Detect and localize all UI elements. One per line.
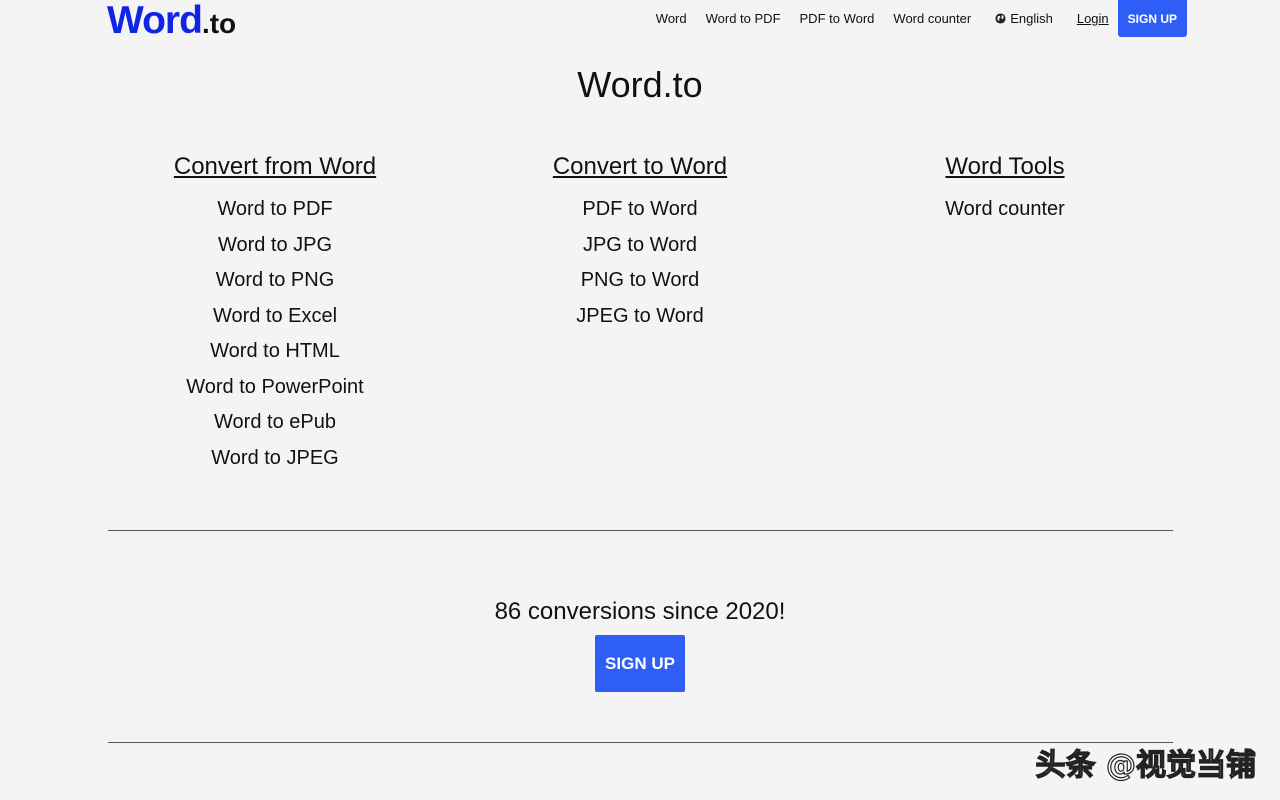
link-jpeg-to-word[interactable]: JPEG to Word xyxy=(576,305,703,327)
language-selector[interactable]: English xyxy=(995,11,1053,26)
main-signup-button[interactable]: SIGN UP xyxy=(595,635,685,692)
top-nav: Word Word to PDF PDF to Word Word counte… xyxy=(637,0,1187,37)
word-tools-list: Word counter xyxy=(855,192,1155,228)
link-word-counter[interactable]: Word counter xyxy=(945,198,1065,220)
link-word-to-epub[interactable]: Word to ePub xyxy=(214,411,336,433)
conversion-stats: 86 conversions since 2020! xyxy=(0,598,1280,626)
watermark-text: 头条 @视觉当铺 xyxy=(1036,740,1256,784)
header-signup-button[interactable]: SIGN UP xyxy=(1118,0,1187,37)
site-logo[interactable]: Word.to xyxy=(107,1,236,49)
section-divider xyxy=(108,530,1173,531)
convert-from-word-column: Convert from Word Word to PDF Word to JP… xyxy=(125,151,425,476)
login-link[interactable]: Login xyxy=(1077,11,1109,26)
link-pdf-to-word[interactable]: PDF to Word xyxy=(582,198,697,220)
logo-main-text: Word xyxy=(107,0,202,42)
link-png-to-word[interactable]: PNG to Word xyxy=(581,269,700,291)
page: Word.to Word Word to PDF PDF to Word Wor… xyxy=(0,0,1280,800)
page-title: Word.to xyxy=(0,64,1280,106)
column-heading-convert-to-word[interactable]: Convert to Word xyxy=(490,151,790,183)
column-heading-word-tools[interactable]: Word Tools xyxy=(855,151,1155,183)
globe-icon xyxy=(995,13,1006,24)
link-word-to-pdf[interactable]: Word to PDF xyxy=(217,198,332,220)
nav-link-word-to-pdf[interactable]: Word to PDF xyxy=(706,11,781,26)
section-divider xyxy=(108,742,1173,743)
nav-link-word[interactable]: Word xyxy=(656,11,687,26)
convert-to-word-list: PDF to Word JPG to Word PNG to Word JPEG… xyxy=(490,192,790,334)
nav-link-pdf-to-word[interactable]: PDF to Word xyxy=(800,11,875,26)
convert-from-word-list: Word to PDF Word to JPG Word to PNG Word… xyxy=(125,192,425,476)
link-word-to-jpg[interactable]: Word to JPG xyxy=(218,234,332,256)
nav-link-word-counter[interactable]: Word counter xyxy=(893,11,971,26)
link-word-to-jpeg[interactable]: Word to JPEG xyxy=(211,447,338,469)
link-word-to-html[interactable]: Word to HTML xyxy=(210,340,340,362)
convert-to-word-column: Convert to Word PDF to Word JPG to Word … xyxy=(490,151,790,334)
column-heading-convert-from-word[interactable]: Convert from Word xyxy=(125,151,425,183)
link-word-to-excel[interactable]: Word to Excel xyxy=(213,305,337,327)
word-tools-column: Word Tools Word counter xyxy=(855,151,1155,228)
link-jpg-to-word[interactable]: JPG to Word xyxy=(583,234,697,256)
logo-suffix-text: .to xyxy=(202,8,236,39)
link-word-to-powerpoint[interactable]: Word to PowerPoint xyxy=(186,376,364,398)
link-word-to-png[interactable]: Word to PNG xyxy=(216,269,335,291)
language-label: English xyxy=(1010,11,1053,26)
